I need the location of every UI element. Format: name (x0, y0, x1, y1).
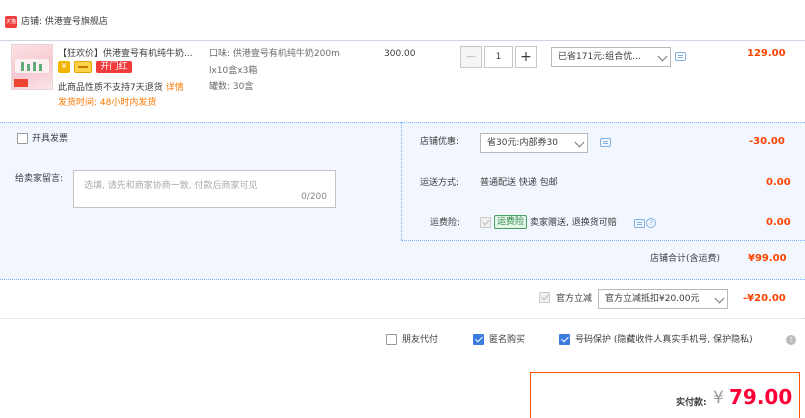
invoice-checkbox[interactable] (17, 133, 28, 144)
insurance-chat-icon[interactable] (634, 219, 645, 228)
insurance-help-icon[interactable]: ? (646, 218, 656, 228)
official-discount-checkbox (539, 292, 550, 303)
privacy-checkbox[interactable] (559, 334, 570, 345)
seller-note-textarea[interactable]: 选填, 请先和商家协商一致, 付款后商家可见 0/200 (73, 170, 336, 208)
insurance-amount: 0.00 (766, 217, 791, 228)
no-return-text: 此商品性质不支持7天退货 (58, 83, 163, 93)
insurance-checkbox (480, 217, 491, 228)
chevron-down-icon (574, 137, 585, 148)
promo-badge: 开门红 (96, 61, 132, 73)
chevron-down-icon (714, 293, 725, 304)
shipping-label: 运送方式: (420, 178, 460, 188)
shop-coupon-select-value: 省30元:内部券30 (487, 138, 558, 148)
quantity-increase-button[interactable]: + (515, 46, 537, 68)
ship-time: 发货时间: 48小时内发货 (58, 98, 157, 108)
shop-name-link[interactable]: 店铺: 供港壹号旗舰店 (21, 16, 108, 28)
official-discount-select-value: 官方立减抵扣¥20.00元 (605, 294, 700, 304)
official-discount-amount: -¥20.00 (743, 293, 786, 304)
item-subtotal: 129.00 (747, 48, 786, 59)
shipping-method: 普通配送 快递 包邮 (480, 178, 558, 188)
insurance-text: 卖家赠送, 退换货可赔 (530, 218, 617, 228)
payment-currency: ¥ (713, 388, 724, 408)
details-link[interactable]: 详情 (166, 83, 184, 93)
product-title-link[interactable]: 【狂欢价】供港壹号有机纯牛奶... (58, 48, 204, 60)
shipping-amount: 0.00 (766, 177, 791, 188)
product-thumbnail[interactable] (11, 44, 53, 90)
shop-total-amount: ¥99.00 (748, 253, 787, 264)
insurance-tag: 运费险 (494, 215, 527, 229)
spec-count: 罐数: 30盒 (209, 82, 254, 92)
no-return-notice: 此商品性质不支持7天退货 详情 (58, 82, 184, 94)
shop-discount-amount: -30.00 (749, 136, 785, 147)
item-promo-select[interactable]: 已省171元:组合优... (551, 47, 671, 67)
insurance-label: 运费险: (430, 218, 461, 228)
spec-flavor: 口味: 供港壹号有机纯牛奶200m (209, 49, 340, 59)
spec-pack: lx10盒x3箱 (209, 66, 258, 76)
shop-discount-label: 店铺优惠: (420, 137, 460, 147)
tmall-shop-icon: 天猫 (5, 16, 17, 28)
quantity-stepper: − + (460, 46, 537, 68)
panel-divider-horizontal (401, 240, 805, 241)
payment-amount: 79.00 (729, 385, 793, 409)
friend-pay-checkbox[interactable] (386, 334, 397, 345)
coupon-info-icon[interactable] (600, 138, 611, 147)
shop-header: 天猫 店铺: 供港壹号旗舰店 (0, 0, 805, 40)
shop-total-label: 店铺合计(含运费) (650, 254, 721, 264)
promo-info-icon[interactable] (675, 52, 686, 61)
chevron-down-icon (657, 51, 668, 62)
note-placeholder: 选填, 请先和商家协商一致, 付款后商家可见 (84, 181, 258, 191)
quantity-decrease-button[interactable]: − (460, 46, 482, 68)
friend-pay-label: 朋友代付 (402, 335, 439, 345)
note-label: 给卖家留言: (15, 174, 64, 184)
privacy-label: 号码保护 (隐藏收件人真实手机号, 保护隐私) (575, 335, 753, 345)
payment-label: 实付款: (676, 398, 707, 408)
invoice-label: 开具发票 (32, 134, 69, 144)
payment-summary: 实付款: ¥ 79.00 (530, 372, 800, 418)
privacy-help-icon[interactable]: ? (786, 335, 796, 345)
official-discount-select[interactable]: 官方立减抵扣¥20.00元 (598, 289, 728, 309)
quantity-input[interactable] (484, 46, 513, 68)
gold-seller-icon: ¥ (58, 61, 70, 73)
item-promo-select-value: 已省171元:组合优... (558, 52, 641, 62)
shop-coupon-select[interactable]: 省30元:内部券30 (480, 133, 588, 153)
note-char-counter: 0/200 (301, 192, 327, 202)
anonymous-label: 匿名购买 (489, 335, 526, 345)
credit-card-icon (74, 61, 92, 73)
official-discount-label: 官方立减 (556, 294, 593, 304)
panel-divider (401, 122, 402, 240)
unit-price: 300.00 (384, 49, 416, 59)
anonymous-checkbox[interactable] (473, 334, 484, 345)
